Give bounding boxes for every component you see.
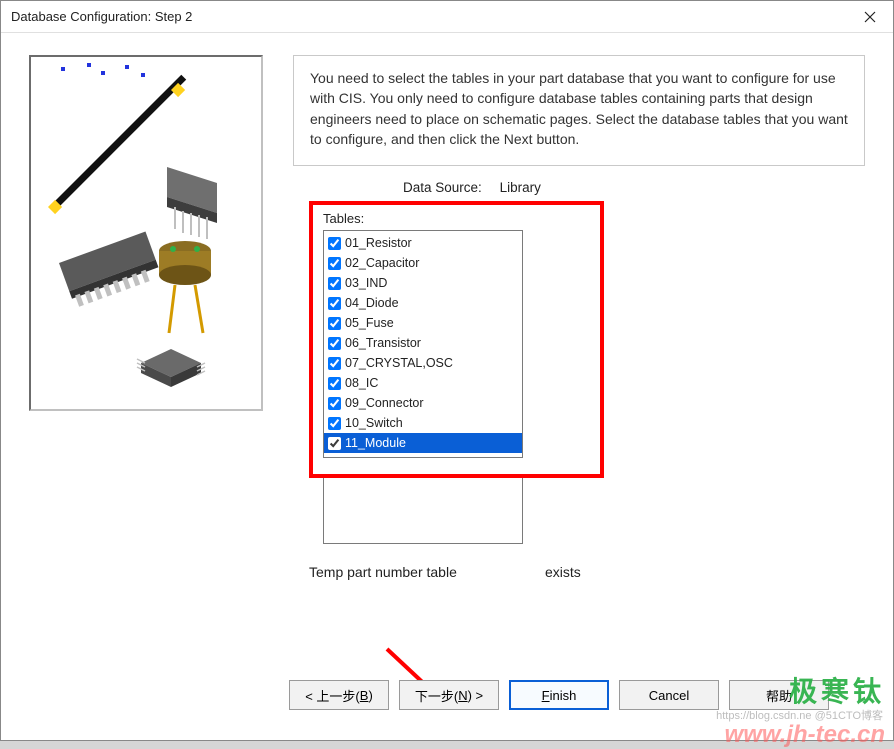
tables-listbox[interactable]: 01_Resistor 02_Capacitor 03_IND 04_Diode 05_… xyxy=(323,230,523,458)
data-source-label: Data Source: xyxy=(403,180,482,195)
table-label: 07_CRYSTAL,OSC xyxy=(345,356,453,370)
table-label: 11_Module xyxy=(345,436,406,450)
titlebar: Database Configuration: Step 2 xyxy=(1,1,893,33)
table-row[interactable]: 05_Fuse xyxy=(324,313,522,333)
temp-table-row: Temp part number table exists xyxy=(309,564,865,580)
table-checkbox[interactable] xyxy=(328,257,341,270)
table-row[interactable]: 09_Connector xyxy=(324,393,522,413)
cancel-button[interactable]: Cancel xyxy=(619,680,719,710)
table-row[interactable]: 03_IND xyxy=(324,273,522,293)
temp-table-value: exists xyxy=(545,564,581,580)
dialog-window: Database Configuration: Step 2 xyxy=(0,0,894,741)
table-row[interactable]: 06_Transistor xyxy=(324,333,522,353)
close-icon xyxy=(864,11,876,23)
illustration xyxy=(29,55,263,411)
data-source-row: Data Source: Library xyxy=(293,180,865,195)
tables-label: Tables: xyxy=(323,211,596,226)
table-checkbox[interactable] xyxy=(328,357,341,370)
table-checkbox[interactable] xyxy=(328,277,341,290)
table-label: 10_Switch xyxy=(345,416,403,430)
next-button[interactable]: 下一步(N) > xyxy=(399,680,499,710)
table-row[interactable]: 01_Resistor xyxy=(324,233,522,253)
table-row[interactable]: 02_Capacitor xyxy=(324,253,522,273)
table-label: 01_Resistor xyxy=(345,236,412,250)
table-row[interactable]: 04_Diode xyxy=(324,293,522,313)
table-checkbox[interactable] xyxy=(328,317,341,330)
tables-highlight-box: Tables: 01_Resistor 02_Capacitor 03_IND 04_… xyxy=(309,201,604,478)
table-checkbox[interactable] xyxy=(328,377,341,390)
watermark-red: www.jh-tec.cn xyxy=(725,721,885,749)
table-checkbox[interactable] xyxy=(328,397,341,410)
data-source-value: Library xyxy=(500,180,541,195)
table-checkbox[interactable] xyxy=(328,437,341,450)
table-checkbox[interactable] xyxy=(328,237,341,250)
table-label: 03_IND xyxy=(345,276,387,290)
components-illustration-icon xyxy=(31,57,263,411)
table-checkbox[interactable] xyxy=(328,337,341,350)
table-label: 04_Diode xyxy=(345,296,399,310)
table-label: 02_Capacitor xyxy=(345,256,419,270)
table-label: 08_IC xyxy=(345,376,378,390)
table-row[interactable]: 11_Module xyxy=(324,433,522,453)
tables-list-empty-area xyxy=(323,478,523,544)
instruction-text: You need to select the tables in your pa… xyxy=(293,55,865,166)
table-row[interactable]: 07_CRYSTAL,OSC xyxy=(324,353,522,373)
wizard-button-row: < 上一步(B) 下一步(N) > Finish Cancel 帮助 xyxy=(1,680,893,710)
close-button[interactable] xyxy=(847,1,893,33)
table-label: 05_Fuse xyxy=(345,316,394,330)
back-button[interactable]: < 上一步(B) xyxy=(289,680,389,710)
watermark-green: 极寒钛 xyxy=(789,670,885,710)
table-checkbox[interactable] xyxy=(328,297,341,310)
finish-button[interactable]: Finish xyxy=(509,680,609,710)
temp-table-label: Temp part number table xyxy=(309,564,519,580)
table-row[interactable]: 10_Switch xyxy=(324,413,522,433)
dialog-body: You need to select the tables in your pa… xyxy=(1,33,893,740)
table-label: 09_Connector xyxy=(345,396,424,410)
table-label: 06_Transistor xyxy=(345,336,421,350)
table-checkbox[interactable] xyxy=(328,417,341,430)
table-row[interactable]: 08_IC xyxy=(324,373,522,393)
window-title: Database Configuration: Step 2 xyxy=(11,9,192,24)
